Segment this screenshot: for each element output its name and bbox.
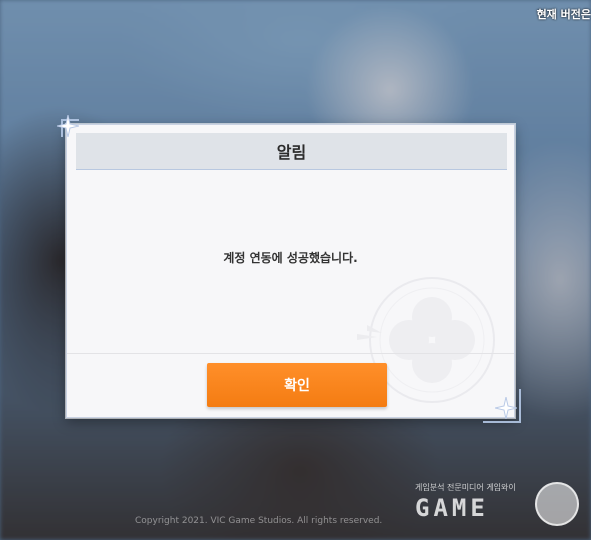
watermark-logo: GAME (415, 494, 489, 522)
confirm-button[interactable]: 확인 (207, 363, 387, 407)
copyright-text: Copyright 2021. VIC Game Studios. All ri… (135, 516, 383, 526)
dialog-title: 알림 (276, 143, 307, 162)
watermark-emblem-icon (535, 482, 579, 526)
watermark-subtitle: 게임분석 전문미디어 게임와이 (415, 483, 516, 492)
dialog-message: 계정 연동에 성공했습니다. (223, 251, 358, 265)
version-text: 현재 버전은 (536, 8, 591, 21)
sparkle-icon (495, 397, 517, 419)
watermark: 게임분석 전문미디어 게임와이 GAME (415, 482, 585, 527)
notice-dialog: 알림 계정 연동에 성공했습니다. 확인 (57, 115, 521, 423)
dialog-header: 알림 (76, 133, 507, 170)
dialog-divider (67, 353, 514, 354)
